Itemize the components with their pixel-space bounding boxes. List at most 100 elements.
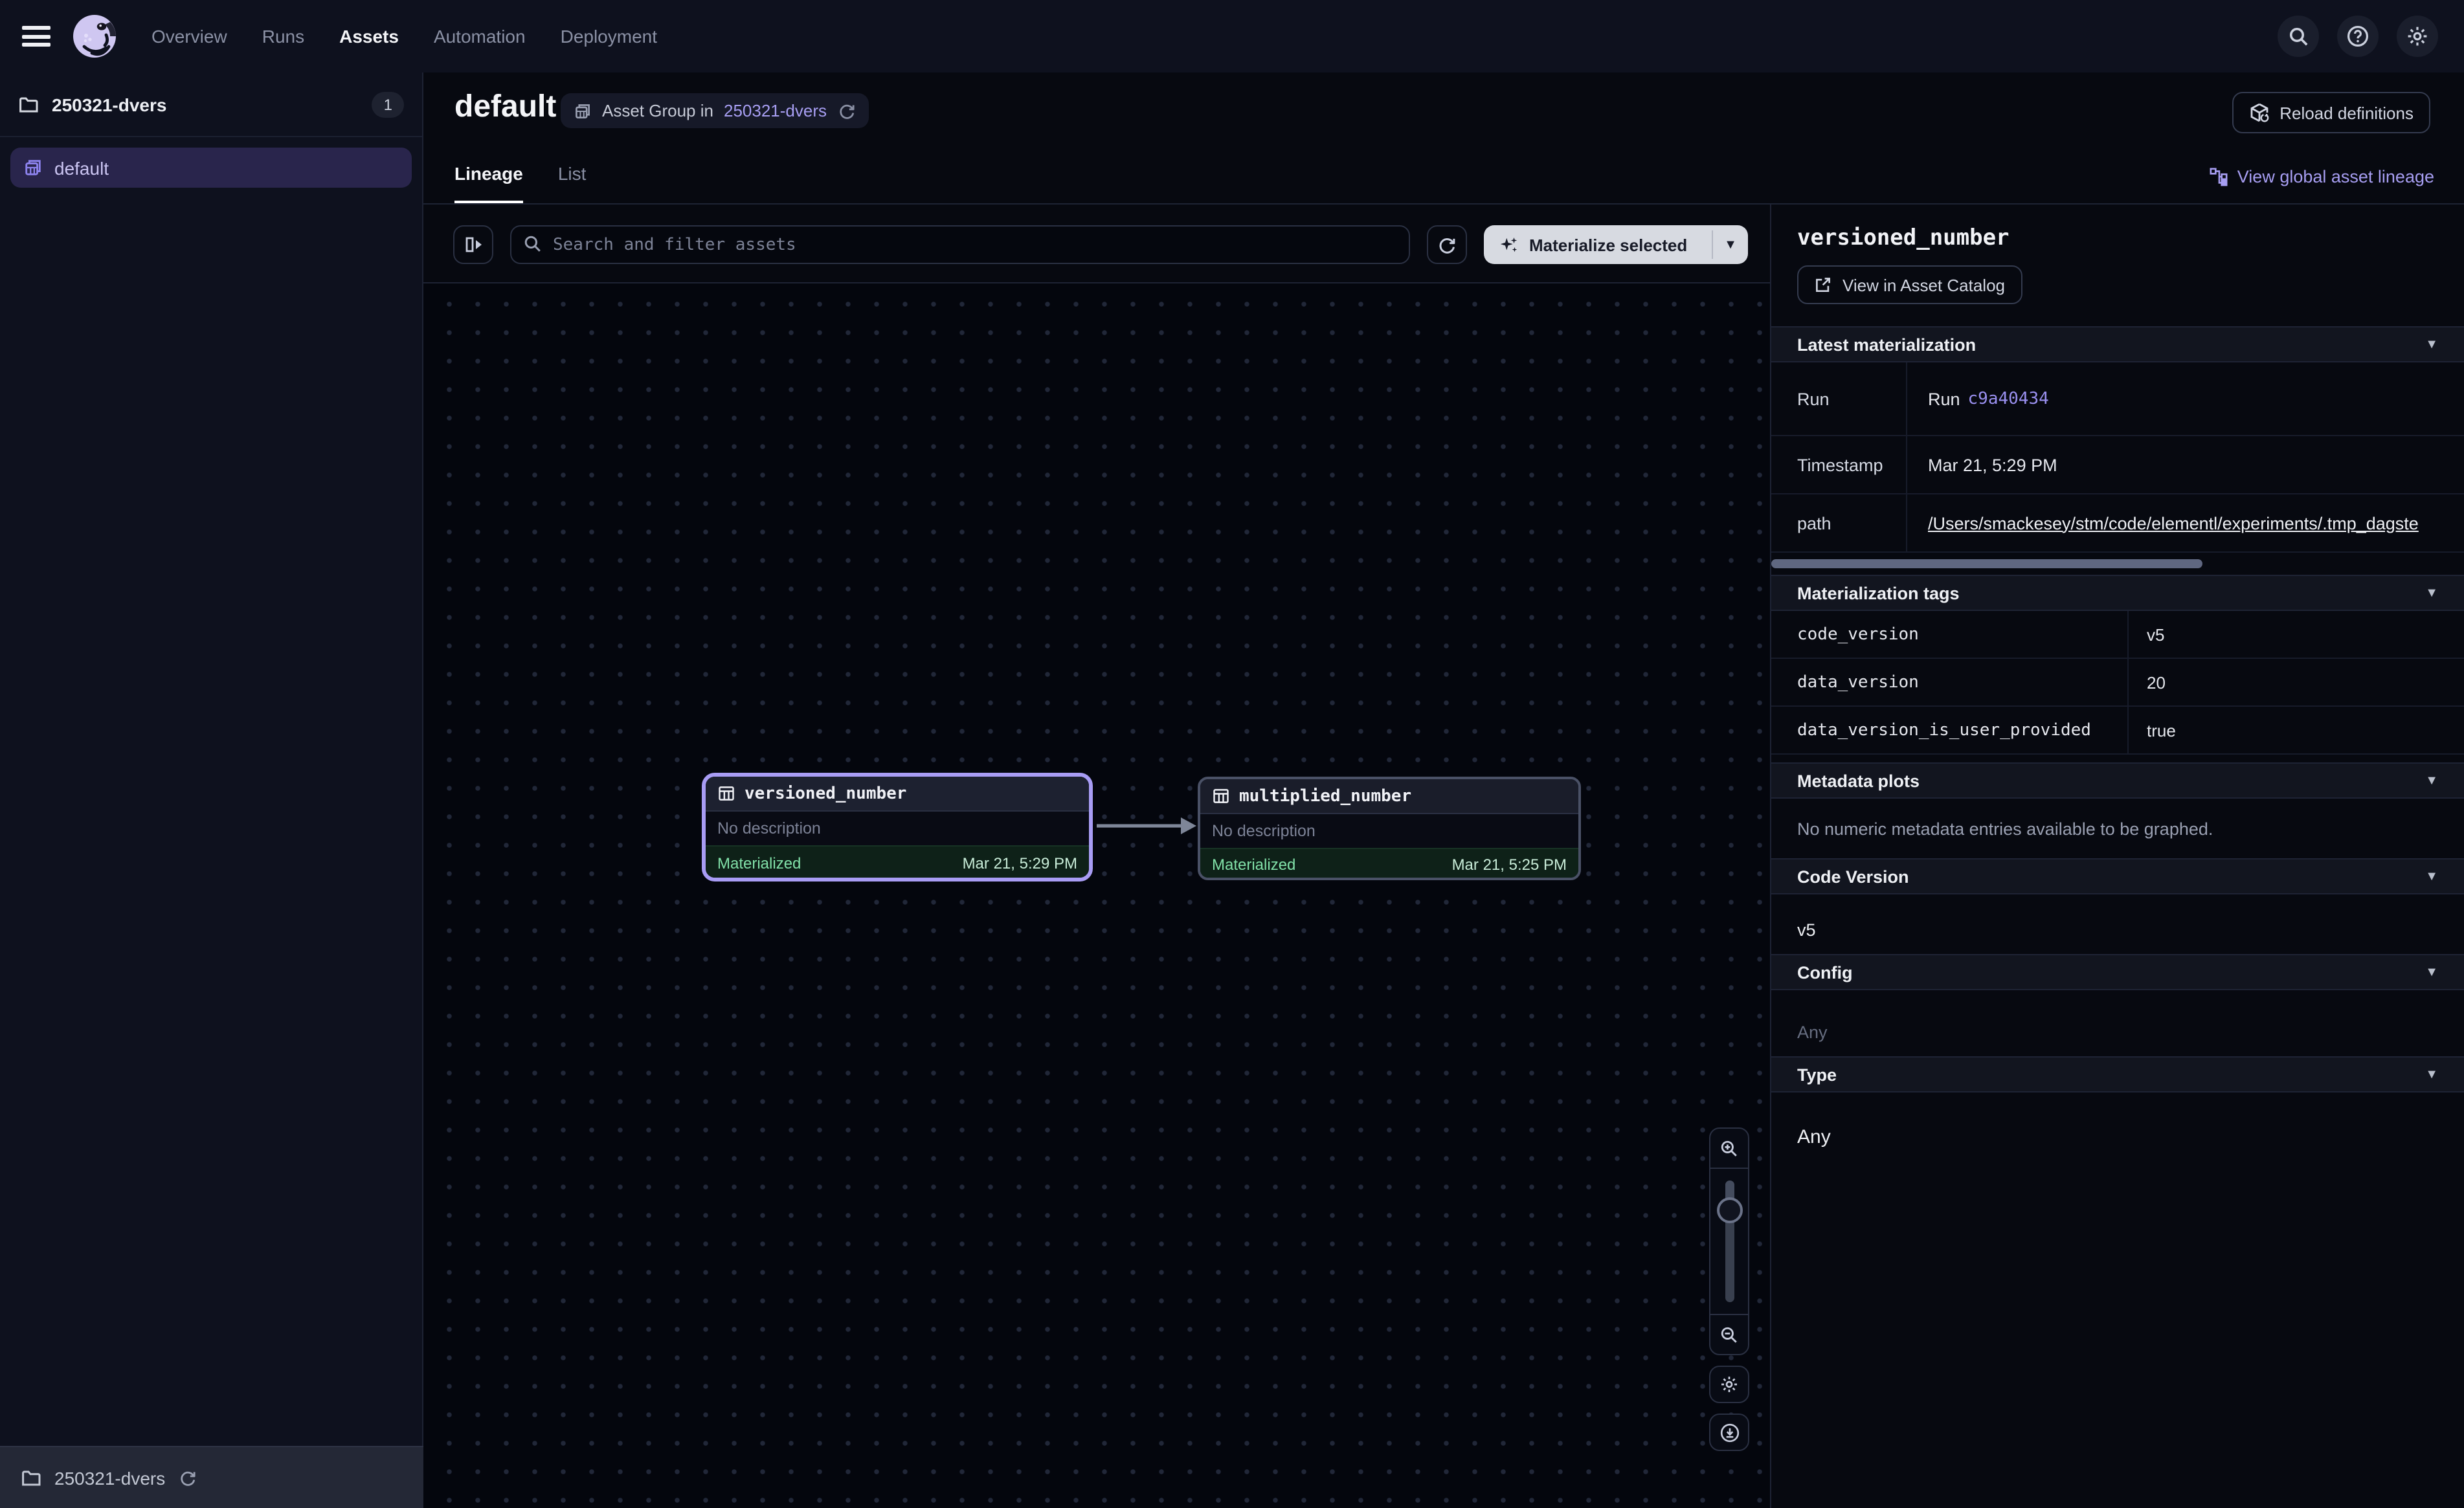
code-version-value: v5 [1797, 920, 2438, 940]
view-global-asset-lineage-link[interactable]: View global asset lineage [2209, 167, 2434, 186]
materialize-dropdown-caret[interactable]: ▼ [1713, 225, 1748, 264]
tag-row: data_version 20 [1771, 659, 2464, 707]
sidebar-group-count-badge: 1 [372, 91, 404, 117]
horizontal-scrollbar[interactable] [1771, 559, 2202, 568]
asset-node-description: No description [706, 812, 1089, 845]
expand-panel-button[interactable] [453, 225, 493, 264]
nav-item-runs[interactable]: Runs [262, 26, 304, 47]
zoom-in-button[interactable] [1710, 1129, 1748, 1168]
dagster-logo-icon[interactable] [71, 13, 118, 60]
refresh-graph-button[interactable] [1427, 225, 1467, 264]
row-label: Run [1771, 362, 1907, 435]
section-title: Code Version [1797, 867, 1909, 886]
view-global-label: View global asset lineage [2237, 167, 2434, 186]
sidebar-group-row[interactable]: 250321-dvers 1 [0, 72, 422, 137]
section-code-version[interactable]: Code Version ▼ [1771, 858, 2464, 894]
tab-list[interactable]: List [558, 163, 587, 203]
refresh-icon [1437, 235, 1457, 254]
section-title: Latest materialization [1797, 335, 1976, 354]
nav-item-automation[interactable]: Automation [434, 26, 526, 47]
zoom-slider[interactable] [1710, 1168, 1748, 1315]
section-title: Config [1797, 962, 1853, 982]
materialized-timestamp: Mar 21, 5:29 PM [963, 854, 1077, 872]
folder-icon [21, 1467, 41, 1488]
asset-node-header: multiplied_number [1200, 779, 1578, 814]
code-location-footer[interactable]: 250321-dvers [0, 1446, 423, 1508]
page-title: default [454, 89, 556, 126]
tag-value: v5 [2129, 611, 2464, 658]
materialize-selected-label: Materialize selected [1529, 235, 1687, 254]
graph-settings-button[interactable] [1709, 1366, 1749, 1403]
settings-gear-icon[interactable] [2397, 16, 2438, 57]
reload-definitions-button[interactable]: Reload definitions [2232, 92, 2430, 133]
refresh-icon[interactable] [837, 102, 855, 120]
sidebar-item-default[interactable]: default [10, 148, 412, 188]
asset-node-status-bar: Materialized Mar 21, 5:29 PM [706, 845, 1089, 879]
lineage-edge-arrow [1093, 806, 1199, 845]
asset-group-icon [23, 158, 43, 177]
chevron-down-icon: ▼ [2425, 773, 2438, 788]
sidebar-item-label: default [54, 157, 109, 178]
chip-prefix: Asset Group in [602, 101, 713, 120]
asset-node-header: versioned_number [706, 777, 1089, 812]
reload-cube-icon [2248, 102, 2269, 123]
zoom-out-icon [1719, 1325, 1739, 1344]
hamburger-menu-icon[interactable] [22, 26, 50, 47]
nav-item-overview[interactable]: Overview [151, 26, 227, 47]
asset-group-icon [574, 102, 592, 120]
nav-item-deployment[interactable]: Deployment [561, 26, 657, 47]
view-in-asset-catalog-label: View in Asset Catalog [1842, 275, 2005, 294]
materialized-status: Materialized [717, 854, 801, 872]
search-icon[interactable] [2278, 16, 2319, 57]
chevron-down-icon: ▼ [2425, 1067, 2438, 1081]
tag-key: data_version_is_user_provided [1771, 707, 2129, 753]
table-icon [1212, 787, 1230, 805]
row-label: path [1771, 494, 1907, 551]
nav-item-assets[interactable]: Assets [339, 26, 399, 47]
asset-node-status-bar: Materialized Mar 21, 5:25 PM [1200, 848, 1578, 880]
asset-group-chip: Asset Group in 250321-dvers [561, 93, 868, 128]
materialize-selected-main[interactable]: Materialize selected [1484, 225, 1712, 264]
section-latest-materialization[interactable]: Latest materialization ▼ [1771, 326, 2464, 362]
tag-key: data_version [1771, 659, 2129, 705]
zoom-in-icon [1719, 1138, 1739, 1158]
zoom-control [1709, 1127, 1749, 1451]
lineage-canvas[interactable]: versioned_number No description Material… [423, 283, 1770, 1508]
download-icon [1719, 1422, 1740, 1443]
nav-items: Overview Runs Assets Automation Deployme… [151, 26, 657, 47]
download-image-button[interactable] [1709, 1414, 1749, 1451]
sidebar-group-name: 250321-dvers [52, 94, 372, 115]
section-config[interactable]: Config ▼ [1771, 954, 2464, 990]
zoom-out-button[interactable] [1710, 1315, 1748, 1354]
section-title: Metadata plots [1797, 771, 1920, 790]
search-input[interactable] [510, 225, 1410, 264]
asset-detail-panel: versioned_number View in Asset Catalog L… [1770, 205, 2464, 1508]
run-id-link[interactable]: c9a40434 [1968, 389, 2049, 408]
run-prefix: Run [1928, 389, 1960, 408]
table-row-path: path /Users/smackesey/stm/code/elementl/… [1771, 494, 2464, 553]
materialized-status: Materialized [1212, 856, 1295, 874]
section-metadata-plots[interactable]: Metadata plots ▼ [1771, 762, 2464, 799]
tab-bar: Lineage List [454, 163, 586, 203]
lineage-toolbar: Materialize selected ▼ [423, 205, 1770, 283]
lineage-graph-icon [2209, 167, 2228, 186]
zoom-slider-handle[interactable] [1716, 1197, 1742, 1223]
materialize-sparkle-icon [1499, 235, 1519, 254]
folder-icon [18, 94, 39, 115]
section-title: Materialization tags [1797, 583, 1960, 603]
tab-lineage[interactable]: Lineage [454, 163, 523, 203]
help-icon[interactable] [2337, 16, 2379, 57]
chip-group-link[interactable]: 250321-dvers [724, 101, 827, 120]
view-in-asset-catalog-button[interactable]: View in Asset Catalog [1797, 265, 2022, 304]
asset-node-name: versioned_number [745, 784, 906, 803]
section-title: Type [1797, 1065, 1837, 1084]
section-type[interactable]: Type ▼ [1771, 1056, 2464, 1092]
asset-node-versioned-number[interactable]: versioned_number No description Material… [702, 773, 1093, 882]
section-materialization-tags[interactable]: Materialization tags ▼ [1771, 575, 2464, 611]
tag-key: code_version [1771, 611, 2129, 658]
search-icon [523, 234, 543, 254]
path-link[interactable]: /Users/smackesey/stm/code/elementl/exper… [1928, 513, 2419, 533]
materialize-selected-button[interactable]: Materialize selected ▼ [1484, 225, 1748, 264]
refresh-icon[interactable] [178, 1469, 196, 1487]
asset-node-multiplied-number[interactable]: multiplied_number No description Materia… [1198, 777, 1581, 880]
